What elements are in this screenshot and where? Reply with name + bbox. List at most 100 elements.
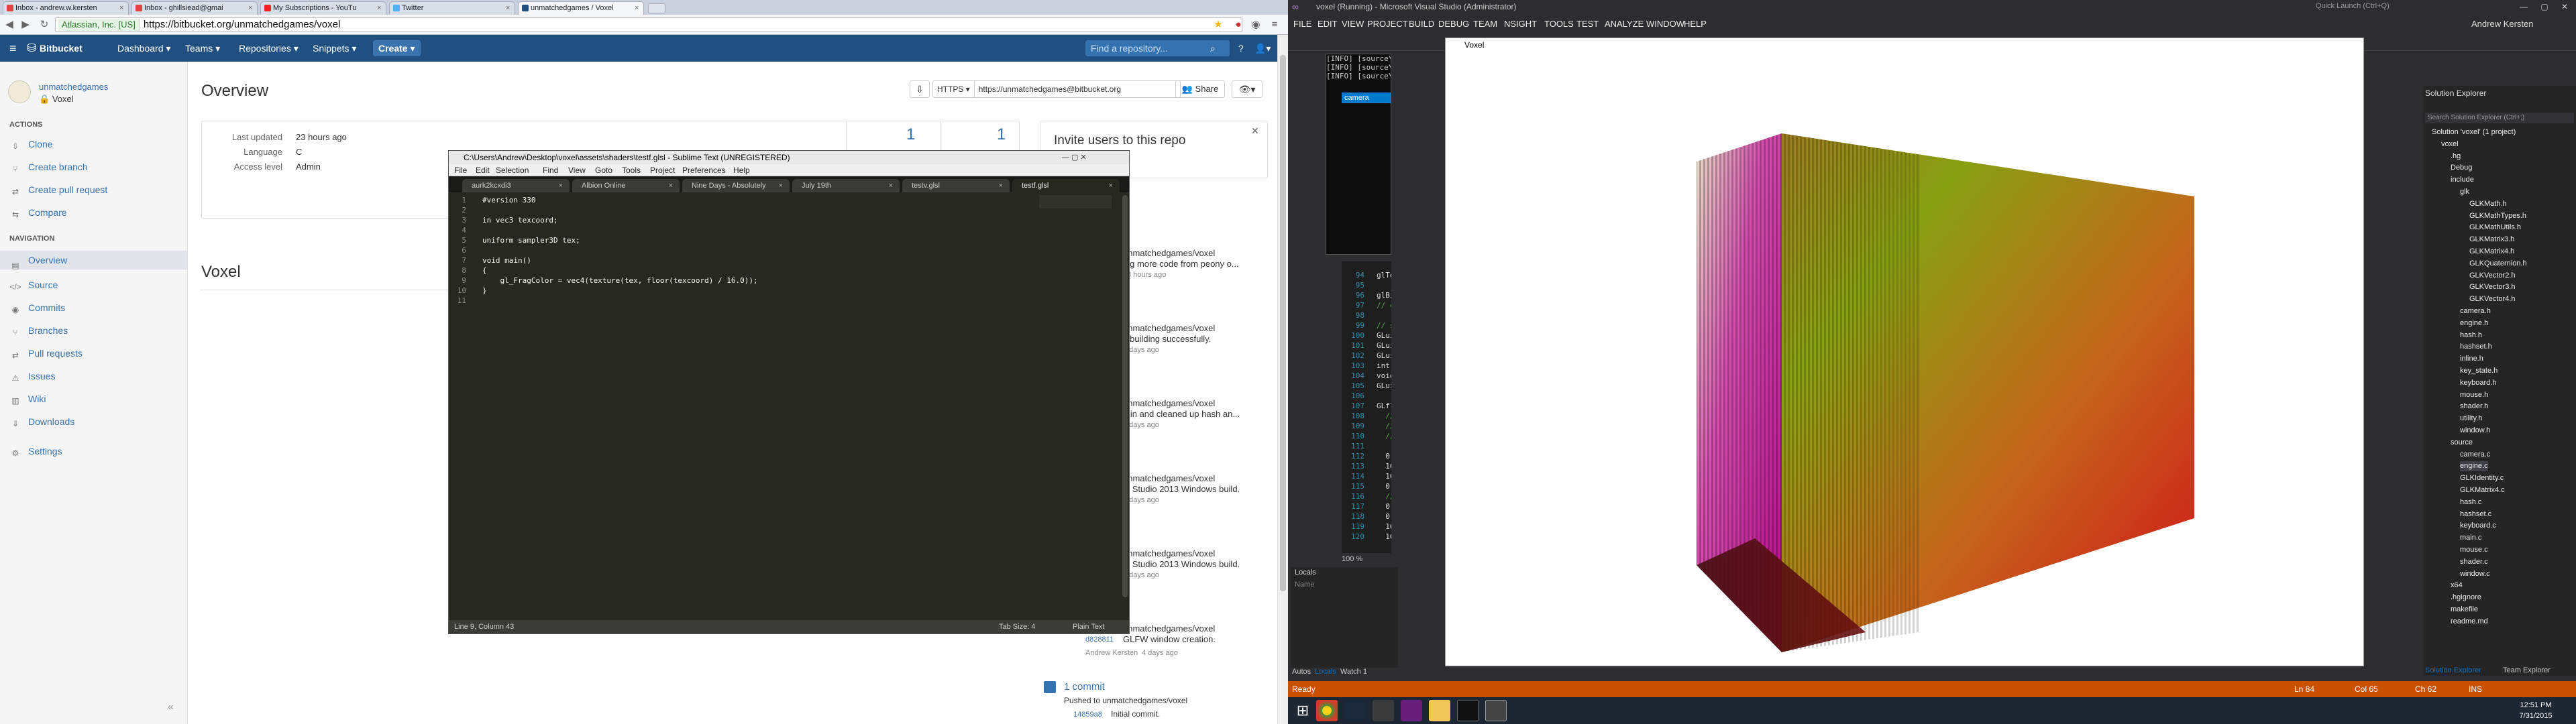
- tree-item[interactable]: shader.c: [2460, 557, 2488, 567]
- tree-item[interactable]: voxel: [2441, 139, 2459, 149]
- tree-item[interactable]: GLKVector3.h: [2469, 282, 2516, 292]
- tree-item[interactable]: GLKMathTypes.h: [2469, 211, 2526, 221]
- clone-url-field[interactable]: HTTPS ▾ https://unmatchedgames@bitbucket.…: [932, 80, 1181, 98]
- activity-repo[interactable]: unmatchedgames/voxel: [1123, 623, 1215, 634]
- menu-item[interactable]: TOOLS: [1544, 15, 1574, 34]
- search-icon[interactable]: ⌕: [1210, 35, 1216, 62]
- activity-repo[interactable]: unmatchedgames/voxel: [1123, 323, 1215, 333]
- editor-tab-active[interactable]: testf.glsl ×: [1012, 179, 1120, 192]
- sidebar-item-compare[interactable]: ⇆ Compare: [9, 206, 67, 219]
- tree-item[interactable]: hashset.h: [2460, 342, 2492, 352]
- app-icon[interactable]: [1373, 700, 1394, 721]
- scrollbar[interactable]: [1277, 35, 1288, 724]
- tree-item[interactable]: x64: [2451, 581, 2463, 591]
- tree-item[interactable]: mouse.h: [2460, 390, 2488, 400]
- stat-count[interactable]: 1: [997, 125, 1006, 144]
- browser-tab[interactable]: Twitter ×: [389, 1, 515, 15]
- create-button[interactable]: Create ▾: [373, 40, 421, 56]
- console-window[interactable]: [INFO] [source\window[INFO] [source\wind…: [1326, 54, 1391, 255]
- tree-item[interactable]: camera.c: [2460, 450, 2490, 460]
- menu-item[interactable]: Tools: [622, 164, 641, 176]
- tree-item[interactable]: inline.h: [2460, 354, 2483, 364]
- bitbucket-logo[interactable]: ⛁ Bitbucket: [27, 35, 83, 62]
- tree-item[interactable]: GLKVector4.h: [2469, 294, 2516, 304]
- tree-item[interactable]: camera.h: [2460, 306, 2491, 316]
- tab-watch[interactable]: Watch 1: [1340, 668, 1367, 676]
- tree-item[interactable]: Debug: [2451, 163, 2472, 173]
- sidebar-item-commits[interactable]: ◉ Commits: [9, 302, 65, 314]
- close-icon[interactable]: ×: [248, 2, 254, 14]
- tree-item[interactable]: utility.h: [2460, 414, 2482, 424]
- menu-item[interactable]: PROJECT: [1367, 15, 1408, 34]
- activity-repo[interactable]: unmatchedgames/voxel: [1123, 248, 1215, 258]
- activity-author[interactable]: Andrew Kersten: [1085, 649, 1138, 657]
- stat-count[interactable]: 1: [906, 125, 915, 144]
- tab-team-explorer[interactable]: Team Explorer: [2503, 666, 2551, 674]
- extension-icon[interactable]: ●: [1232, 18, 1245, 32]
- menu-item[interactable]: Preferences: [682, 164, 726, 176]
- tree-item[interactable]: key_state.h: [2460, 366, 2498, 376]
- nav-repositories[interactable]: Repositories ▾: [239, 35, 299, 62]
- menu-item[interactable]: TEAM: [1473, 15, 1497, 34]
- sidebar-item-issues[interactable]: ⚠ Issues: [9, 370, 56, 383]
- console-icon[interactable]: [1457, 700, 1479, 721]
- solution-search-input[interactable]: Search Solution Explorer (Ctrl+;): [2425, 113, 2574, 123]
- tree-item[interactable]: engine.c: [2460, 461, 2488, 472]
- tree-item[interactable]: source: [2451, 438, 2473, 448]
- tree-item[interactable]: hash.c: [2460, 497, 2481, 507]
- nav-snippets[interactable]: Snippets ▾: [313, 35, 356, 62]
- sidebar-item-wiki[interactable]: ▥ Wiki: [9, 393, 46, 406]
- browser-tab[interactable]: My Subscriptions - YouTu ×: [260, 1, 386, 15]
- tree-item[interactable]: .hgignore: [2451, 593, 2481, 603]
- sidebar-item-pull-requests[interactable]: ⇄ Pull requests: [9, 347, 83, 360]
- menu-item[interactable]: Edit: [476, 164, 490, 176]
- forward-icon[interactable]: ▶: [19, 18, 32, 32]
- tree-item[interactable]: glk: [2460, 187, 2469, 197]
- menu-item[interactable]: DEBUG: [1438, 15, 1469, 34]
- close-icon[interactable]: ×: [377, 2, 382, 14]
- new-tab-button[interactable]: [648, 3, 665, 13]
- editor-tab[interactable]: Nine Days - Absolutely ×: [682, 179, 790, 192]
- repo-owner-link[interactable]: unmatchedgames: [39, 82, 108, 92]
- editor-tab[interactable]: aurk2kcxdi3 ×: [462, 179, 570, 192]
- browser-tab[interactable]: Inbox - ghillsiead@gmai ×: [131, 1, 258, 15]
- sidebar-item-clone[interactable]: ⇩ Clone: [9, 138, 53, 151]
- collapse-sidebar-icon[interactable]: «: [168, 701, 174, 713]
- menu-item[interactable]: NSIGHT: [1504, 15, 1537, 34]
- tree-item[interactable]: keyboard.c: [2460, 521, 2496, 531]
- sidebar-item-source[interactable]: </> Source: [9, 279, 58, 292]
- menu-item[interactable]: Find: [543, 164, 558, 176]
- activity-repo[interactable]: unmatchedgames/voxel: [1123, 548, 1215, 558]
- menu-item[interactable]: EDIT: [1318, 15, 1338, 34]
- menu-icon[interactable]: ≡: [1268, 18, 1281, 32]
- tree-item[interactable]: mouse.c: [2460, 545, 2488, 555]
- tree-item[interactable]: main.c: [2460, 533, 2481, 543]
- nav-dashboard[interactable]: Dashboard ▾: [117, 35, 170, 62]
- tree-item[interactable]: readme.md: [2451, 617, 2488, 627]
- tree-item[interactable]: window.c: [2460, 569, 2490, 579]
- file-explorer-icon[interactable]: [1429, 700, 1450, 721]
- close-icon[interactable]: ×: [506, 2, 511, 14]
- minimap[interactable]: [1039, 195, 1112, 208]
- download-icon[interactable]: ⇩: [910, 80, 930, 98]
- menu-item[interactable]: File: [454, 164, 467, 176]
- menu-item[interactable]: HELP: [1684, 15, 1707, 34]
- vs-code-editor[interactable]: 94 glTexImage3D(GL_TE 9596 glBindTexture(GL…: [1342, 261, 1391, 553]
- clock[interactable]: 12:51 PM 7/31/2015: [2509, 700, 2563, 721]
- sidebar-item-settings[interactable]: ⚙ Settings: [9, 445, 62, 458]
- tab-locals[interactable]: Locals: [1315, 668, 1336, 676]
- watch-menu-icon[interactable]: 👁▾: [1232, 80, 1263, 98]
- tree-item[interactable]: GLKIdentity.c: [2460, 473, 2504, 483]
- sidebar-item-downloads[interactable]: ⇓ Downloads: [9, 416, 74, 428]
- tree-item[interactable]: shader.h: [2460, 402, 2488, 412]
- syntax-mode[interactable]: Plain Text: [1073, 620, 1105, 634]
- close-icon[interactable]: ×: [635, 2, 640, 14]
- star-icon[interactable]: ★: [1212, 18, 1225, 32]
- browser-tab[interactable]: Inbox - andrew.w.kersten ×: [3, 1, 129, 15]
- menu-item[interactable]: Selection: [496, 164, 529, 176]
- back-icon[interactable]: ◀: [3, 18, 16, 32]
- tree-item[interactable]: Solution 'voxel' (1 project): [2432, 127, 2516, 137]
- tree-item[interactable]: keyboard.h: [2460, 378, 2496, 388]
- editor-tab[interactable]: testv.glsl ×: [902, 179, 1010, 192]
- user-menu-icon[interactable]: 👤▾: [1254, 35, 1271, 62]
